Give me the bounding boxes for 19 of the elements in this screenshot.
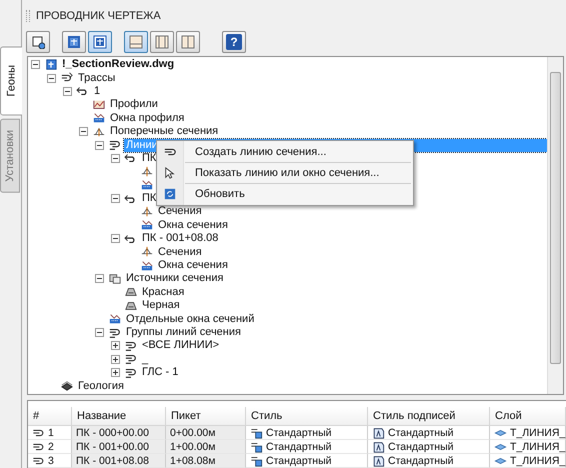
table-cell: Т_ЛИНИЯ_ bbox=[510, 440, 566, 452]
table-cell: 3 bbox=[48, 454, 54, 466]
table-cell: ПК - 001+08.08 bbox=[76, 454, 149, 466]
table-cell: ПК - 001+00.00 bbox=[76, 440, 149, 452]
table-cell: Стандартный bbox=[266, 454, 332, 466]
table-cell: 1+08.08м bbox=[170, 454, 216, 466]
table-cell: ПК - 000+00.00 bbox=[76, 426, 149, 438]
table-cell: Стандартный bbox=[388, 440, 454, 452]
table-cell: Т_ЛИНИЯ_ bbox=[510, 454, 566, 466]
table-cell: 1 bbox=[48, 426, 54, 438]
table-cell: Стандартный bbox=[388, 426, 454, 438]
table-cell: 0+00.00м bbox=[170, 426, 216, 438]
table-cell: Стандартный bbox=[388, 454, 454, 466]
table-cell: 1+00.00м bbox=[170, 440, 216, 452]
table-cell: Стандартный bbox=[266, 440, 332, 452]
table-cell: Стандартный bbox=[266, 426, 332, 438]
table-cell: Т_ЛИНИЯ_ bbox=[510, 426, 566, 438]
table-cell: 2 bbox=[48, 440, 54, 452]
panel-title: ПРОВОДНИК ЧЕРТЕЖА bbox=[36, 10, 161, 22]
